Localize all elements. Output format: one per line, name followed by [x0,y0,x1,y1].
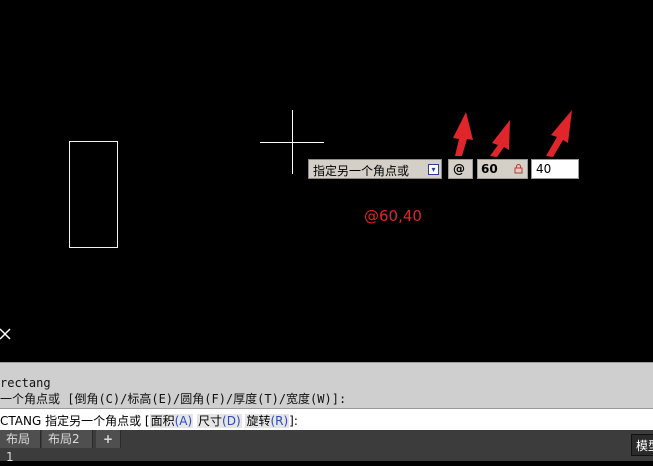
command-suffix: ]: [289,414,298,428]
red-arrow-annotations [453,110,572,157]
model-space-button[interactable]: 模型 [631,434,653,456]
tab-layout2[interactable]: 布局2 [42,430,93,448]
layout-tab-bar: 布局1 布局2 + 模型 [0,430,653,464]
command-history-panel: rectang 一个角点或 [倒角(C)/标高(E)/圆角(F)/厚度(T)/宽… [0,362,653,409]
option-rotation[interactable]: 旋转(R) [245,414,290,428]
command-input-line[interactable]: CTANG 指定另一个角点或 [面积(A) 尺寸(D) 旋转(R)]: [0,408,653,430]
red-arrow-icon [453,112,473,156]
close-icon[interactable] [0,327,12,341]
option-dimensions[interactable]: 尺寸(D) [197,414,242,428]
tab-layout1[interactable]: 布局1 [0,430,41,464]
command-prompt-text: CTANG 指定另一个角点或 [ [0,414,150,428]
option-area[interactable]: 面积(A) [149,414,194,428]
red-arrow-icon [490,120,510,157]
drawing-canvas[interactable]: 指定另一个角点或 ▾ @ 60 40 @60,40 [0,0,653,362]
add-layout-button[interactable]: + [96,430,121,448]
history-line: rectang [0,376,51,390]
red-arrow-icon [546,110,572,157]
history-line: 一个角点或 [倒角(C)/标高(E)/圆角(F)/厚度(T)/宽度(W)]: [0,392,347,406]
